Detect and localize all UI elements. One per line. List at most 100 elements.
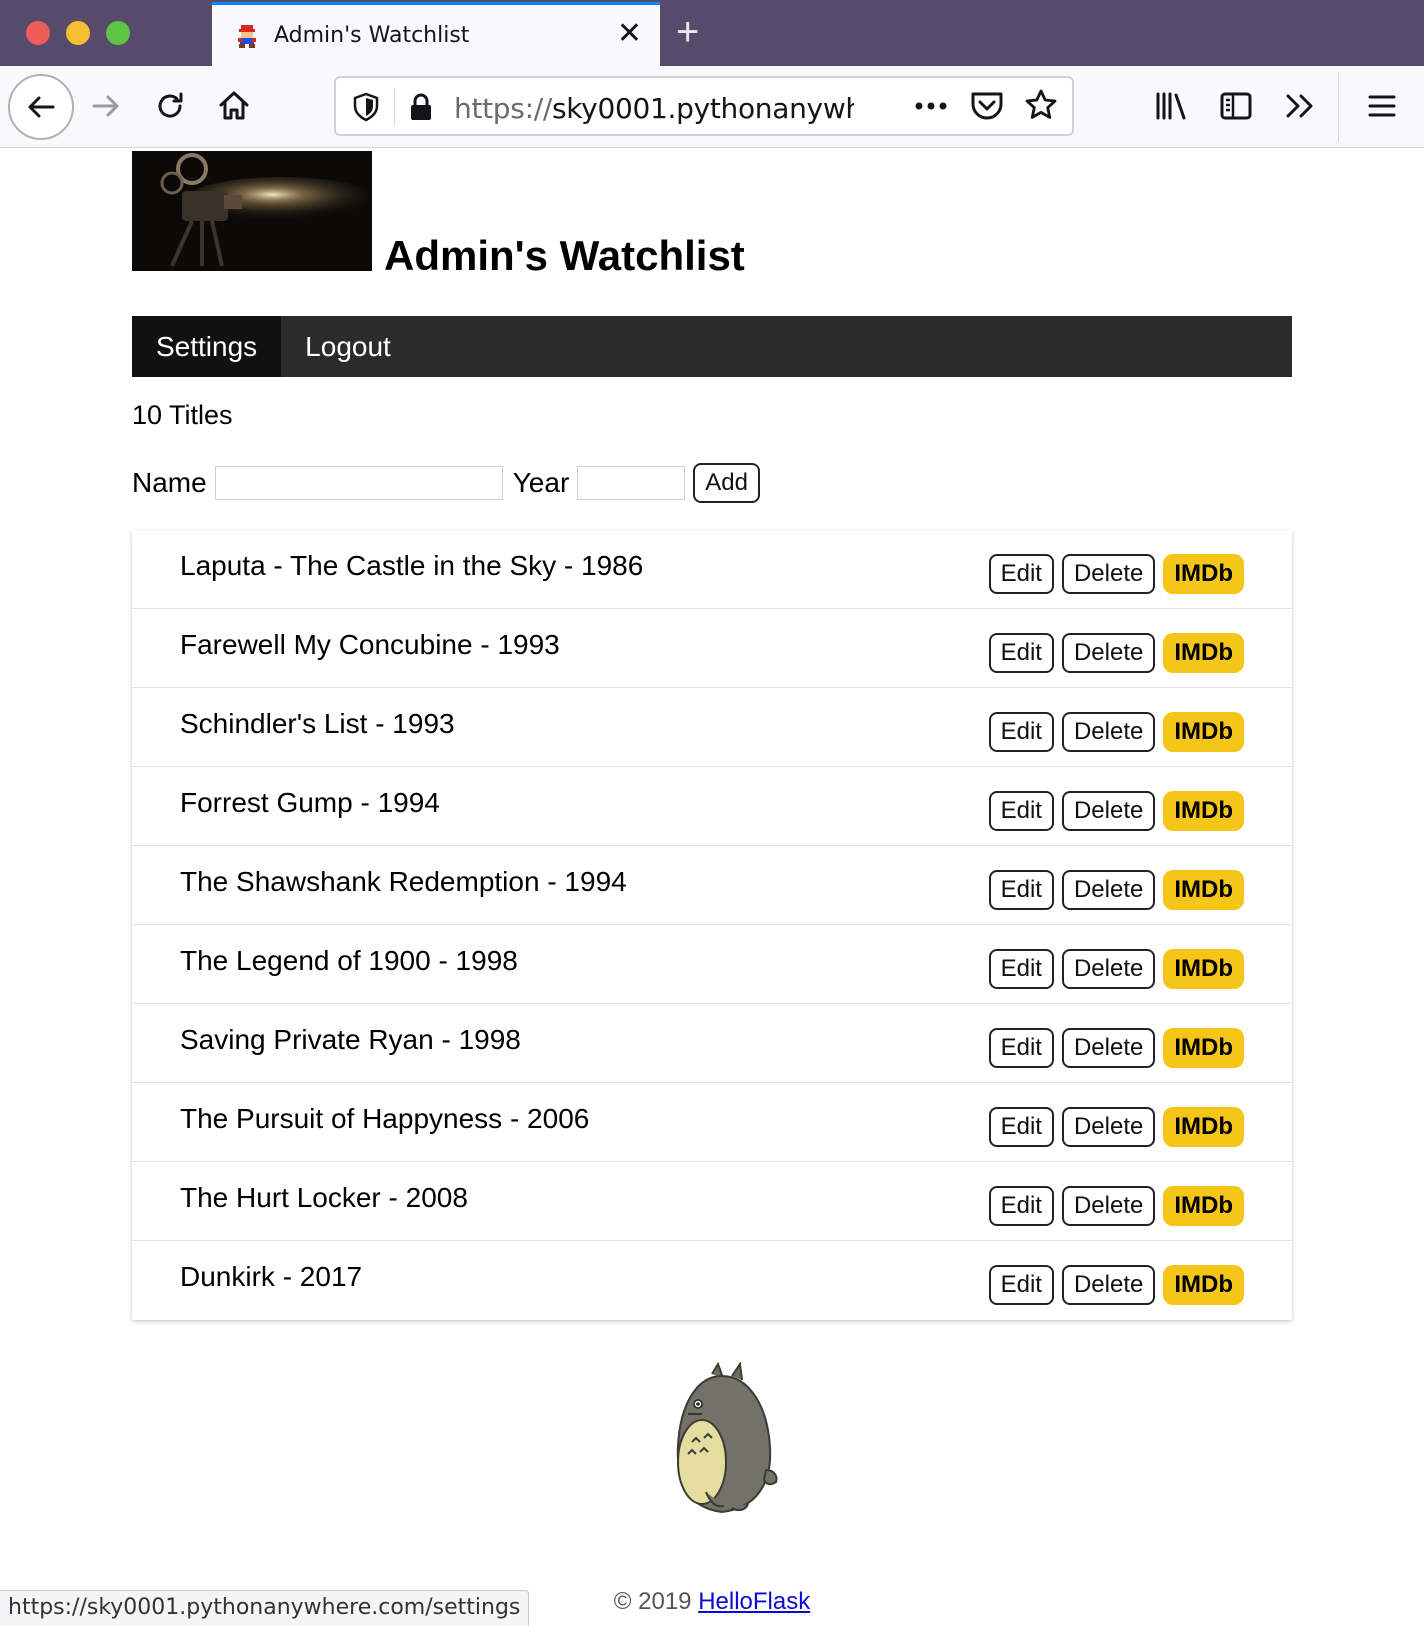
reload-icon [158, 92, 183, 118]
movie-actions: Edit Delete IMDb [988, 633, 1244, 673]
movie-item: The Shawshank Redemption - 1994 Edit Delet… [132, 846, 1292, 925]
projector-icon [132, 151, 372, 271]
imdb-link[interactable]: IMDb [1163, 554, 1244, 594]
delete-button[interactable]: Delete [1061, 791, 1156, 831]
more-icon[interactable] [914, 100, 948, 112]
movie-title: The Pursuit of Happyness - 2006 [180, 1103, 590, 1134]
add-button[interactable]: Add [693, 463, 760, 503]
add-movie-form: Name Year Add [132, 462, 760, 504]
imdb-link[interactable]: IMDb [1163, 791, 1244, 831]
name-input[interactable] [214, 466, 503, 500]
delete-button[interactable]: Delete [1061, 554, 1156, 594]
imdb-link[interactable]: IMDb [1163, 1265, 1244, 1305]
movie-title: The Hurt Locker - 2008 [180, 1182, 468, 1213]
delete-button[interactable]: Delete [1061, 870, 1156, 910]
delete-button[interactable]: Delete [1061, 949, 1156, 989]
movie-title: Dunkirk - 2017 [180, 1261, 363, 1292]
overflow-button[interactable] [1272, 78, 1328, 134]
browser-toolbar: https://sky0001.pythonanywhe [0, 66, 1424, 148]
imdb-link[interactable]: IMDb [1163, 1186, 1244, 1226]
zoom-window-button[interactable] [106, 21, 130, 45]
home-button[interactable] [206, 78, 262, 134]
movie-item: The Hurt Locker - 2008 Edit Delete IMDb [132, 1162, 1292, 1241]
address-bar[interactable]: https://sky0001.pythonanywhe [334, 76, 1074, 136]
status-bar-url: https://sky0001.pythonanywhere.com/setti… [0, 1590, 530, 1626]
url-text[interactable]: https://sky0001.pythonanywhe [454, 92, 854, 125]
pocket-icon[interactable] [970, 90, 1004, 122]
delete-button[interactable]: Delete [1061, 712, 1156, 752]
imdb-link[interactable]: IMDb [1163, 633, 1244, 673]
home-icon [219, 91, 249, 120]
movie-actions: Edit Delete IMDb [988, 712, 1244, 752]
close-window-button[interactable] [26, 21, 50, 45]
movie-actions: Edit Delete IMDb [988, 554, 1244, 594]
main-nav: Settings Logout [132, 316, 1292, 377]
copyright-text: © 2019 [613, 1588, 692, 1615]
edit-button[interactable]: Edit [988, 791, 1054, 831]
movie-title: Schindler's List - 1993 [180, 708, 455, 739]
browser-tab-bar: Admin's Watchlist ✕ + [0, 0, 1424, 66]
year-input[interactable] [577, 466, 686, 500]
browser-tab[interactable]: Admin's Watchlist ✕ [212, 2, 660, 66]
lock-icon[interactable] [408, 92, 434, 122]
bookmark-star-icon[interactable] [1024, 88, 1058, 122]
delete-button[interactable]: Delete [1061, 633, 1156, 673]
name-label: Name [132, 467, 207, 498]
edit-button[interactable]: Edit [988, 633, 1054, 673]
nav-settings-link[interactable]: Settings [132, 316, 282, 377]
edit-button[interactable]: Edit [988, 1107, 1054, 1147]
movie-title: Laputa - The Castle in the Sky - 1986 [180, 550, 644, 581]
sidebar-icon [1220, 92, 1252, 120]
hamburger-menu-icon [1368, 95, 1396, 117]
reload-button[interactable] [142, 78, 198, 134]
projector-avatar-image [132, 151, 372, 271]
edit-button[interactable]: Edit [988, 1265, 1054, 1305]
url-scheme: https:// [454, 92, 552, 125]
library-icon [1156, 92, 1186, 120]
edit-button[interactable]: Edit [988, 1186, 1054, 1226]
movie-actions: Edit Delete IMDb [988, 791, 1244, 831]
year-label: Year [512, 467, 570, 498]
imdb-link[interactable]: IMDb [1163, 870, 1244, 910]
minimize-window-button[interactable] [66, 21, 90, 45]
movie-actions: Edit Delete IMDb [988, 1265, 1244, 1305]
shield-icon[interactable] [352, 92, 380, 122]
edit-button[interactable]: Edit [988, 870, 1054, 910]
tab-title: Admin's Watchlist [274, 23, 470, 48]
edit-button[interactable]: Edit [988, 554, 1054, 594]
forward-button[interactable] [78, 78, 134, 134]
edit-button[interactable]: Edit [988, 712, 1054, 752]
movie-item: Dunkirk - 2017 Edit Delete IMDb [132, 1241, 1292, 1320]
edit-button[interactable]: Edit [988, 949, 1054, 989]
imdb-link[interactable]: IMDb [1163, 949, 1244, 989]
nav-logout-link[interactable]: Logout [281, 316, 415, 377]
movie-actions: Edit Delete IMDb [988, 1186, 1244, 1226]
url-host: sky0001.pythonanywhe [551, 92, 854, 125]
helloflask-link[interactable]: HelloFlask [698, 1588, 810, 1615]
delete-button[interactable]: Delete [1061, 1107, 1156, 1147]
movie-item: The Pursuit of Happyness - 2006 Edit Delet… [132, 1083, 1292, 1162]
delete-button[interactable]: Delete [1061, 1265, 1156, 1305]
imdb-link[interactable]: IMDb [1163, 712, 1244, 752]
tab-close-icon[interactable]: ✕ [617, 19, 642, 49]
movie-title: Farewell My Concubine - 1993 [180, 629, 560, 660]
edit-button[interactable]: Edit [988, 1028, 1054, 1068]
movie-item: The Legend of 1900 - 1998 Edit Delete IMDb [132, 925, 1292, 1004]
forward-arrow-icon [92, 95, 119, 117]
library-button[interactable] [1144, 78, 1200, 134]
movie-actions: Edit Delete IMDb [988, 1107, 1244, 1147]
movie-actions: Edit Delete IMDb [988, 1028, 1244, 1068]
movie-item: Saving Private Ryan - 1998 Edit Delete IMDb [132, 1004, 1292, 1083]
delete-button[interactable]: Delete [1061, 1186, 1156, 1226]
app-menu-button[interactable] [1354, 78, 1410, 134]
movie-title: The Shawshank Redemption - 1994 [180, 866, 627, 897]
totoro-image [676, 1362, 778, 1514]
movie-title: Saving Private Ryan - 1998 [180, 1024, 521, 1055]
sidebar-button[interactable] [1208, 78, 1264, 134]
back-button[interactable] [8, 74, 74, 140]
delete-button[interactable]: Delete [1061, 1028, 1156, 1068]
new-tab-button[interactable]: + [676, 12, 699, 52]
imdb-link[interactable]: IMDb [1163, 1028, 1244, 1068]
toolbar-divider [1338, 72, 1339, 142]
imdb-link[interactable]: IMDb [1163, 1107, 1244, 1147]
